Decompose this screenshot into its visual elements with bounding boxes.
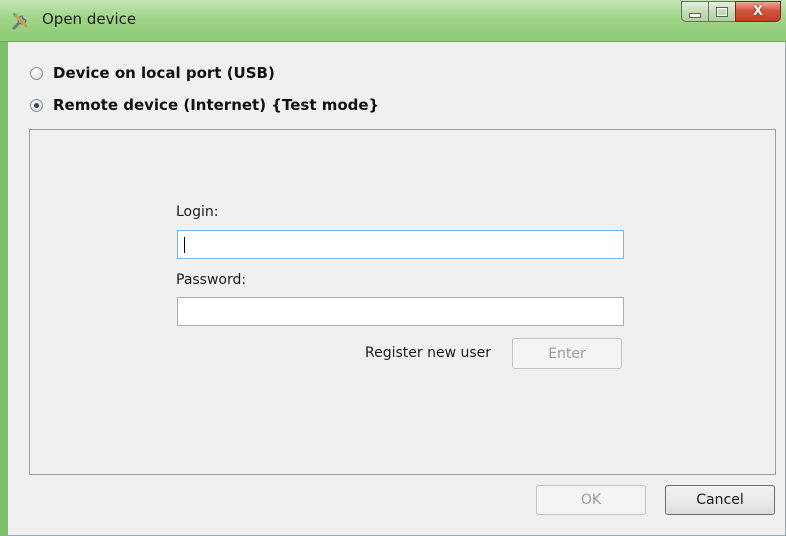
radio-label-remote-device: Remote device (Internet) {Test mode} (53, 96, 380, 114)
register-new-user-link[interactable]: Register new user (365, 345, 491, 361)
window-title: Open device (42, 10, 137, 28)
maximize-button[interactable] (708, 1, 735, 22)
radio-button-remote-device[interactable] (30, 98, 43, 112)
close-icon: X (752, 4, 764, 19)
login-label: Login: (176, 204, 219, 220)
radio-local-port[interactable]: Device on local port (USB) (30, 64, 275, 82)
tools-icon (12, 13, 28, 30)
cancel-button[interactable]: Cancel (665, 485, 775, 515)
title-bar[interactable]: Open device X (0, 0, 786, 42)
remote-login-panel: Login: Password: Register new user Enter (29, 129, 776, 475)
text-caret (184, 237, 185, 253)
radio-label-local-port: Device on local port (USB) (53, 64, 275, 82)
close-button[interactable]: X (735, 1, 781, 22)
open-device-dialog: Open device X Device on local port (USB)… (0, 0, 786, 536)
minimize-icon (689, 13, 701, 18)
radio-remote-device[interactable]: Remote device (Internet) {Test mode} (30, 96, 379, 114)
ok-button[interactable]: OK (536, 485, 646, 515)
password-input[interactable] (177, 297, 624, 326)
minimize-button[interactable] (681, 1, 708, 22)
login-input[interactable] (177, 230, 624, 259)
radio-button-local-port[interactable] (30, 66, 43, 80)
caption-buttons: X (681, 1, 781, 22)
enter-button[interactable]: Enter (512, 338, 622, 369)
password-label: Password: (176, 272, 247, 288)
maximize-icon (716, 6, 728, 17)
